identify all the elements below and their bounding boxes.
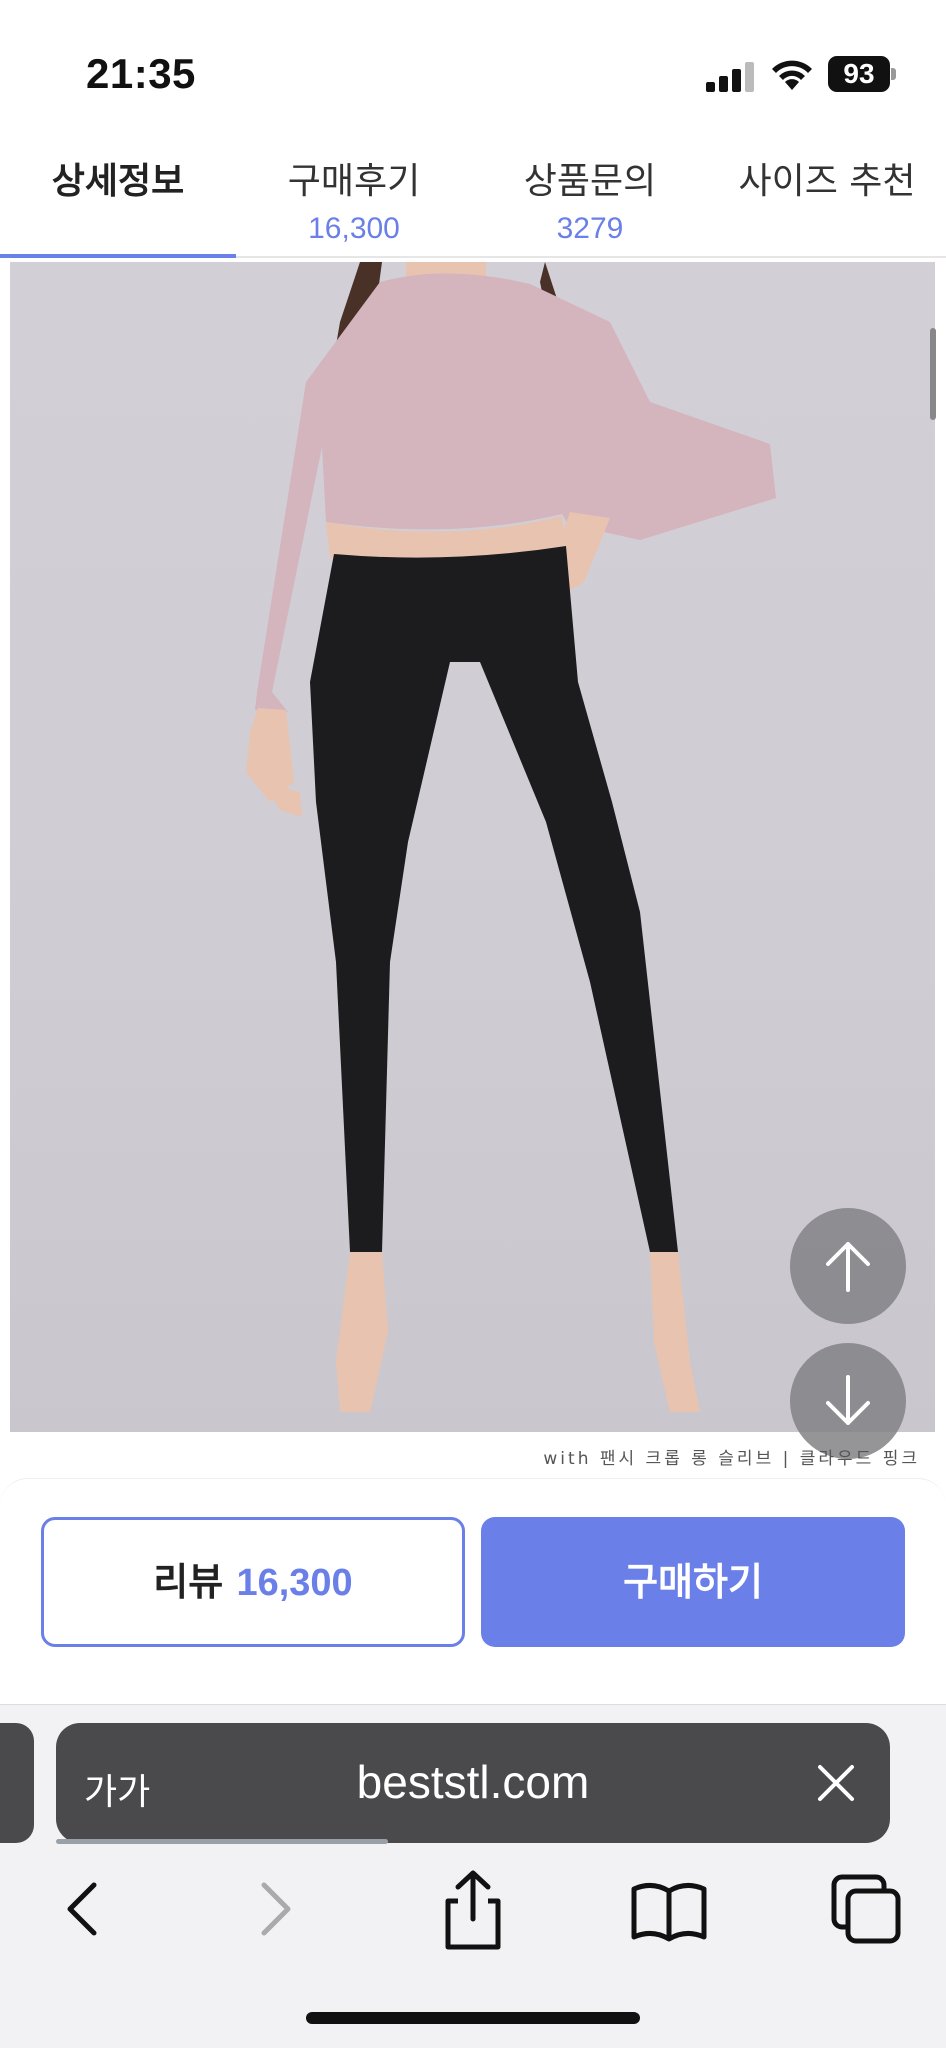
tab-purchase-reviews[interactable]: 구매후기 16,300: [236, 140, 472, 258]
back-button[interactable]: [52, 1865, 142, 1955]
tab-label: 상품문의: [523, 161, 657, 202]
page-load-progress: [56, 1839, 388, 1844]
tab-product-inquiry[interactable]: 상품문의 3279: [472, 140, 708, 258]
address-bar[interactable]: 가가 beststl.com: [56, 1723, 890, 1843]
tab-size-recommendation[interactable]: 사이즈 추천: [708, 140, 946, 258]
wifi-icon: [772, 60, 812, 90]
status-bar: 21:35 93: [0, 0, 946, 140]
product-tabs: 상세정보 구매후기 16,300 상품문의 3279 사이즈 추천: [0, 140, 946, 258]
tab-label: 상세정보: [51, 161, 185, 202]
arrow-down-icon: [826, 1375, 870, 1425]
tab-label: 구매후기: [287, 161, 421, 202]
product-caption: with 팬시 크롭 롱 슬리브 | 클라우드 핑크: [543, 1449, 920, 1469]
browser-toolbar: 가가 beststl.com: [0, 1704, 946, 2048]
share-icon: [445, 1870, 501, 1950]
forward-button[interactable]: [250, 1865, 340, 1955]
battery-level: 93: [828, 56, 890, 92]
tab-count: 3279: [556, 212, 624, 245]
bottom-action-bar: 리뷰 16,300 구매하기: [0, 1478, 946, 1704]
home-indicator: [306, 2012, 640, 2024]
tab-detail-info[interactable]: 상세정보: [0, 140, 236, 258]
share-button[interactable]: [428, 1865, 518, 1955]
battery-icon: 93: [828, 56, 896, 92]
review-label: 리뷰: [153, 1560, 224, 1604]
cellular-signal-icon: [706, 62, 754, 92]
forward-icon: [261, 1882, 291, 1936]
previous-tab-peek[interactable]: [0, 1723, 34, 1843]
scroll-to-bottom-button[interactable]: [790, 1343, 906, 1459]
arrow-up-icon: [826, 1242, 870, 1292]
tabs-button[interactable]: [824, 1865, 914, 1955]
tab-count: 16,300: [308, 212, 400, 245]
back-icon: [67, 1882, 97, 1936]
bookmarks-icon: [631, 1883, 707, 1942]
url-text[interactable]: beststl.com: [56, 1755, 890, 1809]
status-time: 21:35: [86, 50, 196, 97]
scrollbar-thumb[interactable]: [930, 328, 936, 420]
review-button[interactable]: 리뷰 16,300: [41, 1517, 465, 1647]
review-count: 16,300: [236, 1562, 353, 1604]
buy-button[interactable]: 구매하기: [481, 1517, 905, 1647]
tabs-icon: [831, 1874, 901, 1944]
close-icon[interactable]: [812, 1759, 860, 1807]
bookmarks-button[interactable]: [624, 1865, 714, 1955]
active-tab-indicator: [0, 254, 236, 258]
tab-label: 사이즈 추천: [738, 161, 916, 202]
scroll-to-top-button[interactable]: [790, 1208, 906, 1324]
